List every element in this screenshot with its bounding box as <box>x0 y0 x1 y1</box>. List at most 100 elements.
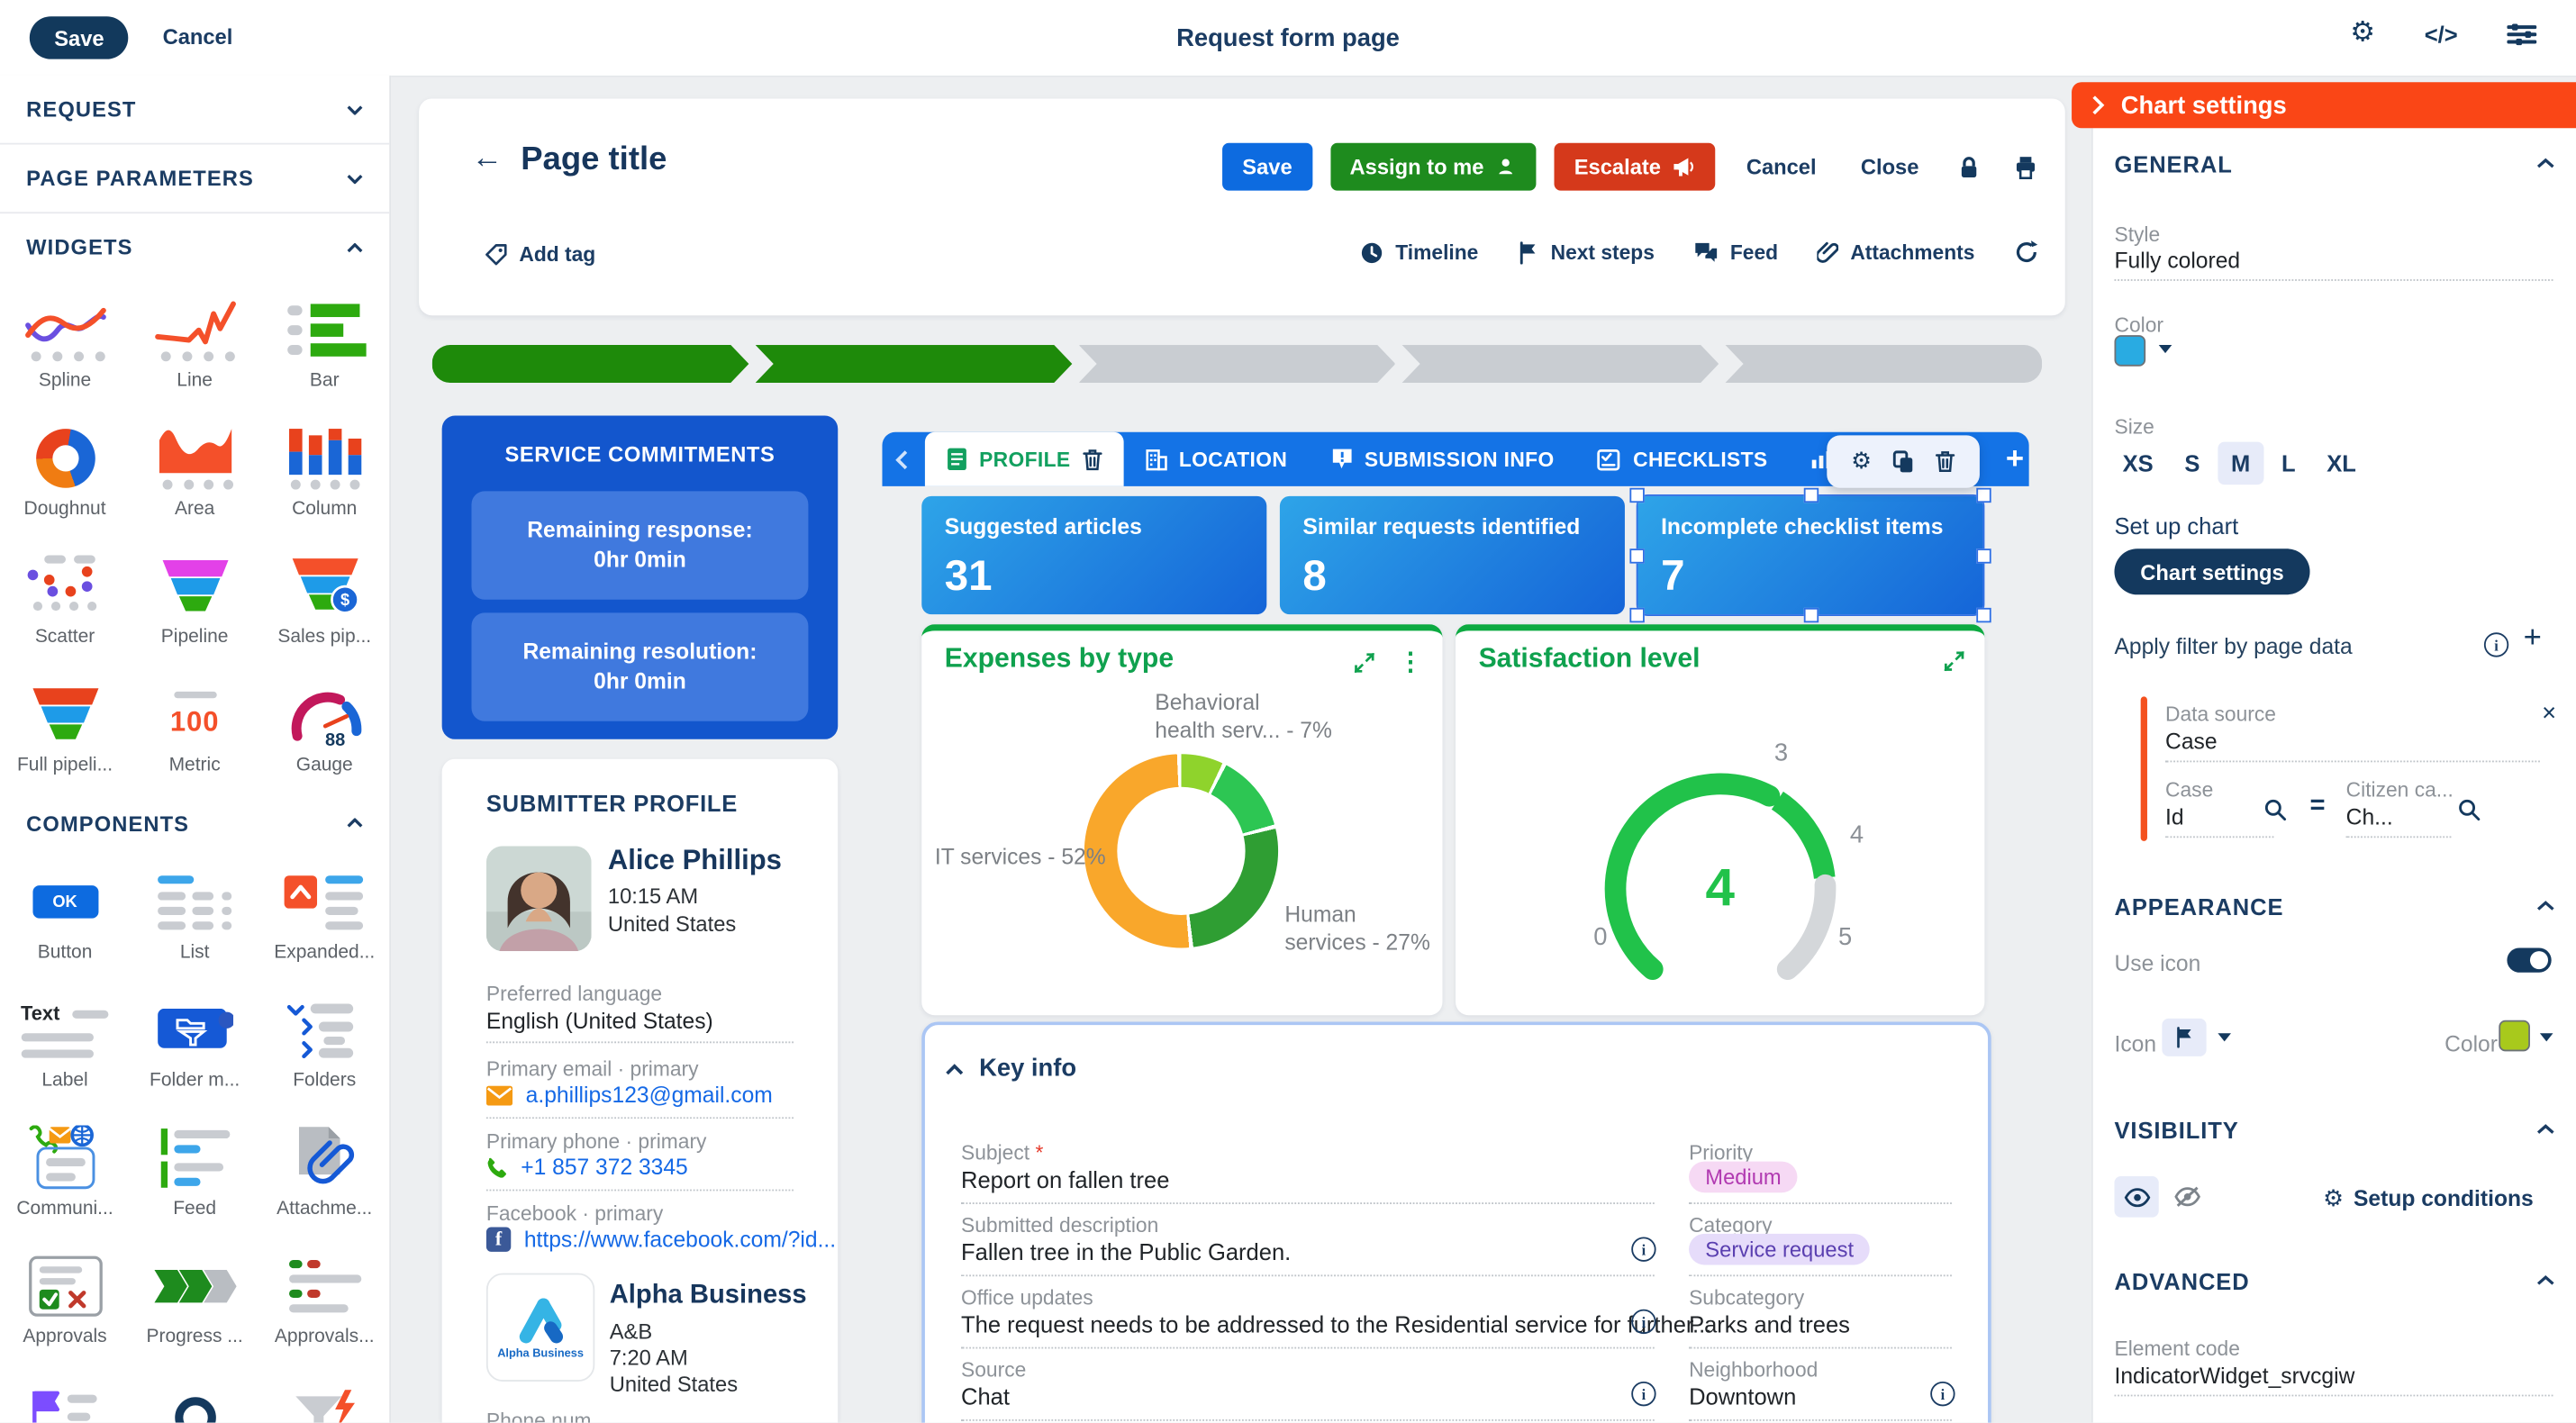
component-expanded-list[interactable]: Expanded... <box>259 853 389 981</box>
metric-card-similar-requests[interactable]: Similar requests identified 8 <box>1280 496 1625 614</box>
expand-icon[interactable] <box>1354 652 1375 674</box>
widget-column[interactable]: Column <box>259 409 389 537</box>
tab-submission-info[interactable]: SUBMISSION INFO <box>1309 432 1575 486</box>
caret-down-icon[interactable] <box>2540 1033 2553 1041</box>
info-icon[interactable]: i <box>1631 1310 1655 1334</box>
office-updates-field[interactable]: The request needs to be addressed to the… <box>961 1311 1619 1337</box>
caret-down-icon[interactable] <box>2218 1033 2231 1041</box>
component-attachments[interactable]: Attachme... <box>259 1109 389 1237</box>
component-folders[interactable]: Folders <box>259 981 389 1109</box>
phone-link[interactable]: +1 857 372 3345 <box>521 1155 688 1179</box>
component-communications[interactable]: Communi... <box>0 1109 130 1237</box>
widget-delete-icon[interactable] <box>1936 450 1955 474</box>
size-xl[interactable]: XL <box>2327 450 2356 476</box>
refresh-icon[interactable] <box>2014 240 2038 264</box>
size-xs[interactable]: XS <box>2123 450 2154 476</box>
widget-bar[interactable]: Bar <box>259 281 389 409</box>
timeline-link[interactable]: Timeline <box>1361 240 1478 264</box>
process-settings-icon[interactable]: ⚙ <box>2350 20 2375 48</box>
data-source-select[interactable]: Case <box>2165 730 2217 754</box>
selection-handle[interactable] <box>1976 548 1991 563</box>
stage-segment[interactable] <box>1402 345 1719 383</box>
widget-copy-icon[interactable] <box>1893 450 1915 474</box>
component-approvals[interactable]: Approvals <box>0 1237 130 1364</box>
stage-segment[interactable] <box>756 345 1073 383</box>
component-button[interactable]: OK Button <box>0 853 130 981</box>
category-field[interactable]: Service request <box>1689 1234 1870 1265</box>
metric-card-suggested-articles[interactable]: Suggested articles 31 <box>921 496 1266 614</box>
filters-icon[interactable] <box>2507 23 2536 46</box>
info-icon[interactable]: i <box>1631 1382 1655 1406</box>
widget-metric[interactable]: 100 Metric <box>130 666 259 793</box>
satisfaction-gauge[interactable] <box>1456 680 1984 1009</box>
sidebar-section-page-parameters[interactable]: PAGE PARAMETERS <box>0 145 389 214</box>
component-progress-bar[interactable]: Progress ... <box>130 1237 259 1364</box>
remove-filter-icon[interactable]: × <box>2542 700 2556 728</box>
caret-down-icon[interactable] <box>2159 345 2172 353</box>
back-button[interactable]: ← <box>471 141 503 177</box>
selection-handle[interactable] <box>1976 608 1991 622</box>
component-approvals-list[interactable]: Approvals... <box>259 1237 389 1364</box>
widget-pipeline[interactable]: Pipeline <box>130 537 259 665</box>
sidebar-section-components[interactable]: COMPONENTS <box>0 793 389 853</box>
stage-segment[interactable] <box>1079 345 1396 383</box>
facebook-link[interactable]: https://www.facebook.com/?id... <box>524 1228 836 1252</box>
subcategory-field[interactable]: Parks and trees <box>1689 1311 1850 1337</box>
component-list[interactable]: List <box>130 853 259 981</box>
description-field[interactable]: Fallen tree in the Public Garden. <box>961 1238 1291 1264</box>
selection-handle[interactable] <box>1976 488 1991 503</box>
expenses-doughnut[interactable] <box>1084 754 1278 947</box>
expand-icon[interactable] <box>1944 650 1965 672</box>
attachments-link[interactable]: Attachments <box>1818 240 1975 264</box>
size-s[interactable]: S <box>2184 450 2200 476</box>
widget-doughnut[interactable]: Doughnut <box>0 409 130 537</box>
subject-field[interactable]: Report on fallen tree <box>961 1166 1169 1192</box>
chart-settings-button[interactable]: Chart settings <box>2114 548 2309 594</box>
widget-sales-pipeline[interactable]: $ Sales pip... <box>259 537 389 665</box>
feed-link[interactable]: Feed <box>1694 240 1778 264</box>
case-stage-progress-bar[interactable] <box>432 345 2043 383</box>
element-code-field[interactable]: IndicatorWidget_srvcgiw <box>2114 1364 2354 1388</box>
tab-checklists[interactable]: CHECKLISTS <box>1575 432 1789 486</box>
stage-segment[interactable] <box>432 345 749 383</box>
chevron-up-icon[interactable] <box>2536 901 2554 912</box>
setup-conditions-button[interactable]: ⚙ Setup conditions <box>2323 1186 2534 1210</box>
selection-handle[interactable] <box>1804 488 1819 503</box>
equals-operator[interactable]: = <box>2310 792 2326 821</box>
info-icon[interactable]: i <box>1631 1237 1655 1261</box>
widget-scatter[interactable]: Scatter <box>0 537 130 665</box>
trash-icon[interactable] <box>1082 448 1102 471</box>
record-save-button[interactable]: Save <box>1222 143 1311 191</box>
chevron-up-icon[interactable] <box>2536 1274 2554 1286</box>
filter-left-field[interactable]: Id <box>2165 805 2184 829</box>
filter-right-field[interactable]: Ch... <box>2346 805 2393 829</box>
escalate-button[interactable]: Escalate <box>1555 143 1715 191</box>
chevron-up-icon[interactable] <box>2536 1124 2554 1136</box>
code-icon[interactable]: </> <box>2425 21 2458 47</box>
component-feed[interactable]: Feed <box>130 1109 259 1237</box>
record-cancel-button[interactable]: Cancel <box>1733 143 1829 191</box>
metric-card-incomplete-checklist[interactable]: Incomplete checklist items 7 <box>1638 496 1983 614</box>
icon-picker[interactable] <box>2162 1019 2206 1056</box>
component-label[interactable]: Text Label <box>0 981 130 1109</box>
printer-icon[interactable] <box>2012 154 2038 180</box>
widget-line[interactable]: Line <box>130 281 259 409</box>
widget-spline[interactable]: Spline <box>0 281 130 409</box>
visible-toggle-button[interactable] <box>2114 1176 2158 1218</box>
info-icon[interactable]: i <box>2484 632 2508 657</box>
chevron-up-icon[interactable] <box>2536 158 2554 169</box>
widget-gauge[interactable]: 88 Gauge <box>259 666 389 793</box>
assign-to-me-button[interactable]: Assign to me <box>1330 143 1537 191</box>
search-icon[interactable] <box>2458 798 2481 821</box>
size-l[interactable]: L <box>2281 450 2296 476</box>
style-select[interactable]: Fully colored <box>2114 248 2240 272</box>
color-swatch[interactable] <box>2114 335 2145 367</box>
neighborhood-field[interactable]: Downtown <box>1689 1383 1796 1409</box>
kebab-menu-icon[interactable]: ⋮ <box>1398 650 1422 675</box>
email-link[interactable]: a.phillips123@gmail.com <box>526 1083 773 1107</box>
use-icon-toggle[interactable] <box>2507 947 2551 972</box>
tabs-scroll-left[interactable] <box>882 432 918 486</box>
lock-icon[interactable] <box>1956 154 1981 180</box>
stage-segment[interactable] <box>1726 345 2043 383</box>
priority-field[interactable]: Medium <box>1689 1162 1798 1193</box>
